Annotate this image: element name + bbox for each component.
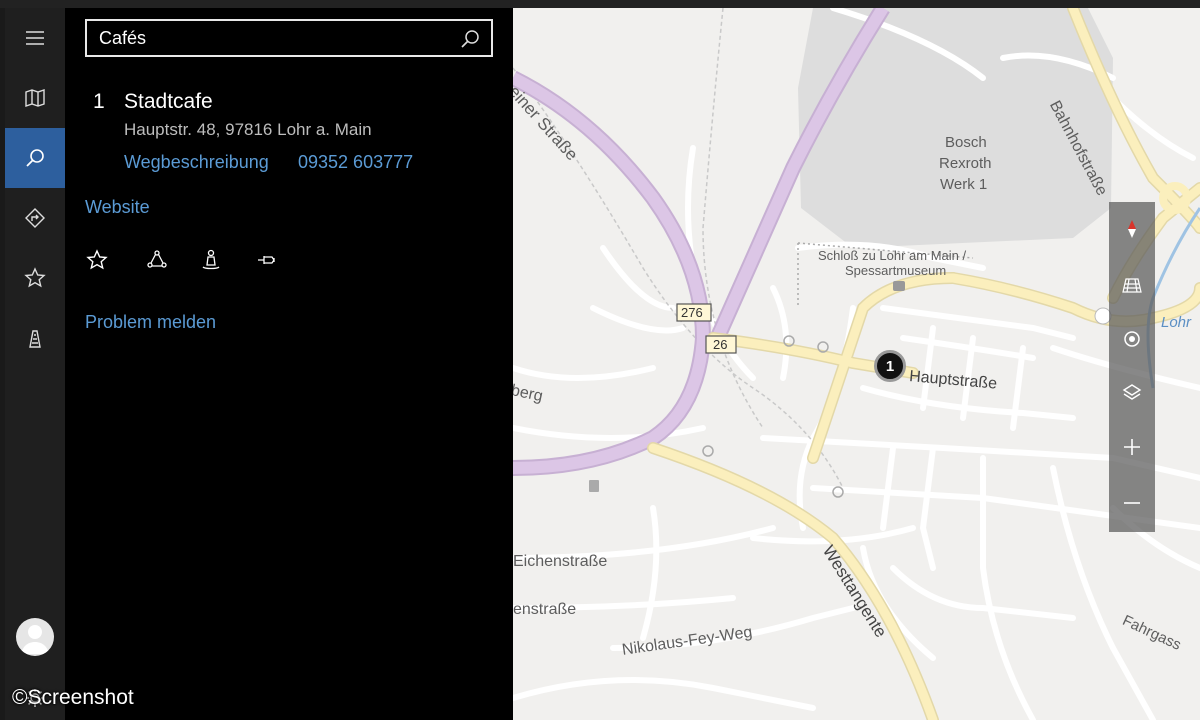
label-shield-276: 276 bbox=[681, 305, 703, 320]
navigation-rail bbox=[5, 8, 65, 720]
streetside-button[interactable] bbox=[199, 248, 223, 272]
plus-icon bbox=[1124, 439, 1140, 455]
label-rexroth: Rexroth bbox=[939, 155, 992, 172]
label-enstrasse: enstraße bbox=[513, 601, 577, 618]
traffic-icon bbox=[29, 330, 41, 348]
result-name[interactable]: Stadtcafe bbox=[124, 90, 213, 114]
screenshot-watermark: ©Screenshot bbox=[12, 686, 134, 709]
report-problem-link[interactable]: Problem melden bbox=[85, 312, 216, 333]
label-lohr: Lohr bbox=[1161, 314, 1192, 331]
my-location-button[interactable] bbox=[1109, 312, 1155, 366]
location-icon bbox=[1124, 331, 1140, 347]
share-button[interactable] bbox=[145, 248, 169, 272]
menu-icon bbox=[26, 31, 44, 45]
label-eichenstrasse: Eichenstraße bbox=[513, 553, 608, 570]
map-button[interactable] bbox=[5, 68, 65, 128]
label-spessartmuseum: Spessartmuseum bbox=[845, 263, 947, 278]
traffic-button[interactable] bbox=[5, 308, 65, 368]
map-view[interactable]: 276 26 Bahnhofstraße Bosch Rexroth Werk … bbox=[513, 8, 1200, 720]
search-icon bbox=[26, 149, 44, 167]
favorites-icon bbox=[24, 267, 46, 288]
zoom-in-button[interactable] bbox=[1109, 420, 1155, 474]
label-werk1: Werk 1 bbox=[940, 176, 988, 193]
label-bosch: Bosch bbox=[945, 134, 987, 151]
result-number: 1 bbox=[93, 90, 105, 113]
search-icon[interactable] bbox=[459, 28, 481, 50]
phone-link[interactable]: 09352 603777 bbox=[298, 152, 413, 173]
map-icon bbox=[25, 89, 45, 107]
title-strip bbox=[0, 0, 1200, 8]
directions-icon bbox=[25, 208, 45, 228]
directions-button[interactable] bbox=[5, 188, 65, 248]
map-layers-button[interactable] bbox=[1109, 366, 1155, 420]
favorites-button[interactable] bbox=[5, 248, 65, 308]
result-address: Hauptstr. 48, 97816 Lohr a. Main bbox=[124, 120, 372, 139]
pin-to-start-icon bbox=[258, 256, 275, 264]
map-controls bbox=[1109, 202, 1155, 532]
search-input[interactable] bbox=[99, 27, 439, 49]
3d-grid-icon bbox=[1122, 278, 1142, 293]
streetside-icon bbox=[202, 249, 220, 270]
compass-button[interactable] bbox=[1109, 202, 1155, 256]
tilt-button[interactable] bbox=[1109, 258, 1155, 312]
layers-icon bbox=[1122, 384, 1142, 400]
pin-to-start-button[interactable] bbox=[255, 248, 279, 272]
zoom-out-button[interactable] bbox=[1109, 476, 1155, 530]
compass-icon bbox=[1128, 220, 1136, 238]
search-box[interactable] bbox=[85, 19, 493, 57]
favorite-button[interactable] bbox=[85, 248, 109, 272]
share-icon bbox=[147, 250, 167, 268]
person-icon bbox=[21, 625, 49, 654]
minus-icon bbox=[1124, 502, 1140, 504]
favorite-icon bbox=[86, 249, 108, 270]
result-pin[interactable]: 1 bbox=[874, 350, 906, 382]
directions-link[interactable]: Wegbeschreibung bbox=[124, 152, 269, 173]
website-link[interactable]: Website bbox=[85, 197, 150, 218]
results-panel: 1 Stadtcafe Hauptstr. 48, 97816 Lohr a. … bbox=[65, 8, 513, 720]
search-button[interactable] bbox=[5, 128, 65, 188]
menu-button[interactable] bbox=[5, 8, 65, 68]
label-schloss: Schloß zu Lohr am Main / bbox=[818, 248, 967, 263]
label-shield-26: 26 bbox=[713, 337, 728, 352]
account-avatar[interactable] bbox=[16, 618, 54, 656]
